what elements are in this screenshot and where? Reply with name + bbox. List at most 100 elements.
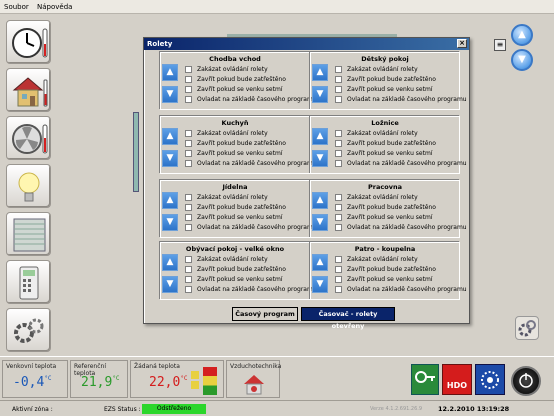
option-checkbox[interactable]	[335, 193, 342, 201]
heating-button[interactable]	[6, 116, 51, 160]
option-checkbox[interactable]	[185, 129, 192, 137]
menu-soubor[interactable]: Soubor	[0, 0, 31, 11]
blind-down-button[interactable]: ▼	[162, 86, 178, 103]
room-option[interactable]: Ovladat na základě časového programu	[335, 284, 467, 294]
lighting-button[interactable]	[6, 164, 51, 208]
blind-down-button[interactable]: ▼	[312, 86, 328, 103]
room-option[interactable]: Ovladat na základě časového programu	[185, 284, 317, 294]
room-option[interactable]: Zavřít pokud bude zatřeštěno	[185, 264, 317, 274]
room-option[interactable]: Zavřít pokud bude zatřeštěno	[185, 138, 317, 148]
room-option[interactable]: Zavřít pokud bude zatřeštěno	[335, 138, 467, 148]
tools-button[interactable]	[515, 316, 539, 340]
room-option[interactable]: Zavřít pokud se venku setmí	[185, 212, 317, 222]
room-option[interactable]: Zavřít pokud bude zatřeštěno	[335, 202, 467, 212]
ventilation-house-icon[interactable]	[243, 373, 265, 395]
snowflake-button[interactable]	[475, 364, 505, 395]
blind-up-button[interactable]: ▲	[162, 128, 178, 145]
room-option[interactable]: Ovladat na základě časového programu	[335, 222, 467, 232]
option-checkbox[interactable]	[335, 159, 342, 167]
room-option[interactable]: Zavřít pokud bude zatřeštěno	[335, 264, 467, 274]
option-checkbox[interactable]	[185, 85, 192, 93]
room-option[interactable]: Zavřít pokud bude zatřeštěno	[185, 202, 317, 212]
blinds-button[interactable]	[6, 212, 51, 256]
hdo-indicator[interactable]: HDO	[442, 364, 472, 395]
room-option[interactable]: Zavřít pokud se venku setmí	[185, 274, 317, 284]
blind-down-button[interactable]: ▼	[162, 276, 178, 293]
target-down-icon[interactable]	[191, 381, 199, 389]
option-checkbox[interactable]	[185, 203, 192, 211]
room-option[interactable]: Zavřít pokud se venku setmí	[335, 212, 467, 222]
security-panel-button[interactable]	[6, 260, 51, 304]
option-checkbox[interactable]	[335, 255, 342, 263]
option-checkbox[interactable]	[185, 65, 192, 73]
option-checkbox[interactable]	[335, 275, 342, 283]
option-checkbox[interactable]	[185, 149, 192, 157]
option-checkbox[interactable]	[335, 203, 342, 211]
room-option[interactable]: Ovladat na základě časového programu	[185, 158, 317, 168]
menu-napoveda[interactable]: Nápověda	[33, 0, 74, 11]
room-option[interactable]: Zakázat ovládání rolety	[335, 64, 467, 74]
option-checkbox[interactable]	[185, 193, 192, 201]
option-checkbox[interactable]	[335, 285, 342, 293]
option-checkbox[interactable]	[185, 265, 192, 273]
room-option[interactable]: Zakázat ovládání rolety	[335, 254, 467, 264]
room-option[interactable]: Ovladat na základě časového programu	[335, 158, 467, 168]
room-option[interactable]: Zakázat ovládání rolety	[185, 128, 317, 138]
time-program-button[interactable]: Časový program	[232, 307, 298, 321]
option-checkbox[interactable]	[335, 265, 342, 273]
option-checkbox[interactable]	[335, 95, 342, 103]
blind-down-button[interactable]: ▼	[312, 150, 328, 167]
option-checkbox[interactable]	[185, 223, 192, 231]
blind-down-button[interactable]: ▼	[162, 214, 178, 231]
room-option[interactable]: Zavřít pokud se venku setmí	[335, 84, 467, 94]
blind-down-button[interactable]: ▼	[312, 276, 328, 293]
room-option[interactable]: Zavřít pokud bude zatřeštěno	[335, 74, 467, 84]
blinds-small-icon[interactable]: ≡	[494, 39, 506, 51]
room-option[interactable]: Zakázat ovládání rolety	[335, 192, 467, 202]
option-checkbox[interactable]	[335, 223, 342, 231]
blind-up-button[interactable]: ▲	[312, 64, 328, 81]
target-up-icon[interactable]	[191, 371, 199, 379]
option-checkbox[interactable]	[335, 129, 342, 137]
scroll-down-button[interactable]: ▼	[511, 49, 533, 71]
option-checkbox[interactable]	[185, 159, 192, 167]
blind-up-button[interactable]: ▲	[312, 192, 328, 209]
option-checkbox[interactable]	[335, 85, 342, 93]
room-option[interactable]: Ovladat na základě časového programu	[335, 94, 467, 104]
room-option[interactable]: Zavřít pokud se venku setmí	[185, 148, 317, 158]
timer-button[interactable]: Časovač - rolety otevřeny	[301, 307, 395, 330]
power-button[interactable]	[511, 366, 541, 396]
option-checkbox[interactable]	[335, 149, 342, 157]
blind-up-button[interactable]: ▲	[312, 128, 328, 145]
blind-up-button[interactable]: ▲	[162, 192, 178, 209]
room-option[interactable]: Zavřít pokud se venku setmí	[185, 84, 317, 94]
option-checkbox[interactable]	[185, 75, 192, 83]
room-option[interactable]: Zakázat ovládání rolety	[185, 254, 317, 264]
option-checkbox[interactable]	[185, 275, 192, 283]
key-button[interactable]	[411, 364, 439, 395]
room-option[interactable]: Ovladat na základě časového programu	[185, 94, 317, 104]
blind-up-button[interactable]: ▲	[312, 254, 328, 271]
blind-down-button[interactable]: ▼	[312, 214, 328, 231]
close-button[interactable]: ×	[457, 39, 467, 48]
blind-up-button[interactable]: ▲	[162, 254, 178, 271]
option-checkbox[interactable]	[335, 65, 342, 73]
room-option[interactable]: Zakázat ovládání rolety	[335, 128, 467, 138]
option-checkbox[interactable]	[335, 139, 342, 147]
option-checkbox[interactable]	[335, 213, 342, 221]
option-checkbox[interactable]	[185, 95, 192, 103]
blind-up-button[interactable]: ▲	[162, 64, 178, 81]
room-option[interactable]: Zavřít pokud se venku setmí	[335, 148, 467, 158]
room-option[interactable]: Zakázat ovládání rolety	[185, 64, 317, 74]
room-option[interactable]: Zavřít pokud bude zatřeštěno	[185, 74, 317, 84]
option-checkbox[interactable]	[335, 75, 342, 83]
settings-button[interactable]	[6, 308, 51, 352]
option-checkbox[interactable]	[185, 285, 192, 293]
scroll-up-button[interactable]: ▲	[511, 24, 533, 46]
option-checkbox[interactable]	[185, 255, 192, 263]
option-checkbox[interactable]	[185, 213, 192, 221]
blind-down-button[interactable]: ▼	[162, 150, 178, 167]
clock-thermometer-button[interactable]	[6, 20, 51, 64]
option-checkbox[interactable]	[185, 139, 192, 147]
room-option[interactable]: Ovladat na základě časového programu	[185, 222, 317, 232]
